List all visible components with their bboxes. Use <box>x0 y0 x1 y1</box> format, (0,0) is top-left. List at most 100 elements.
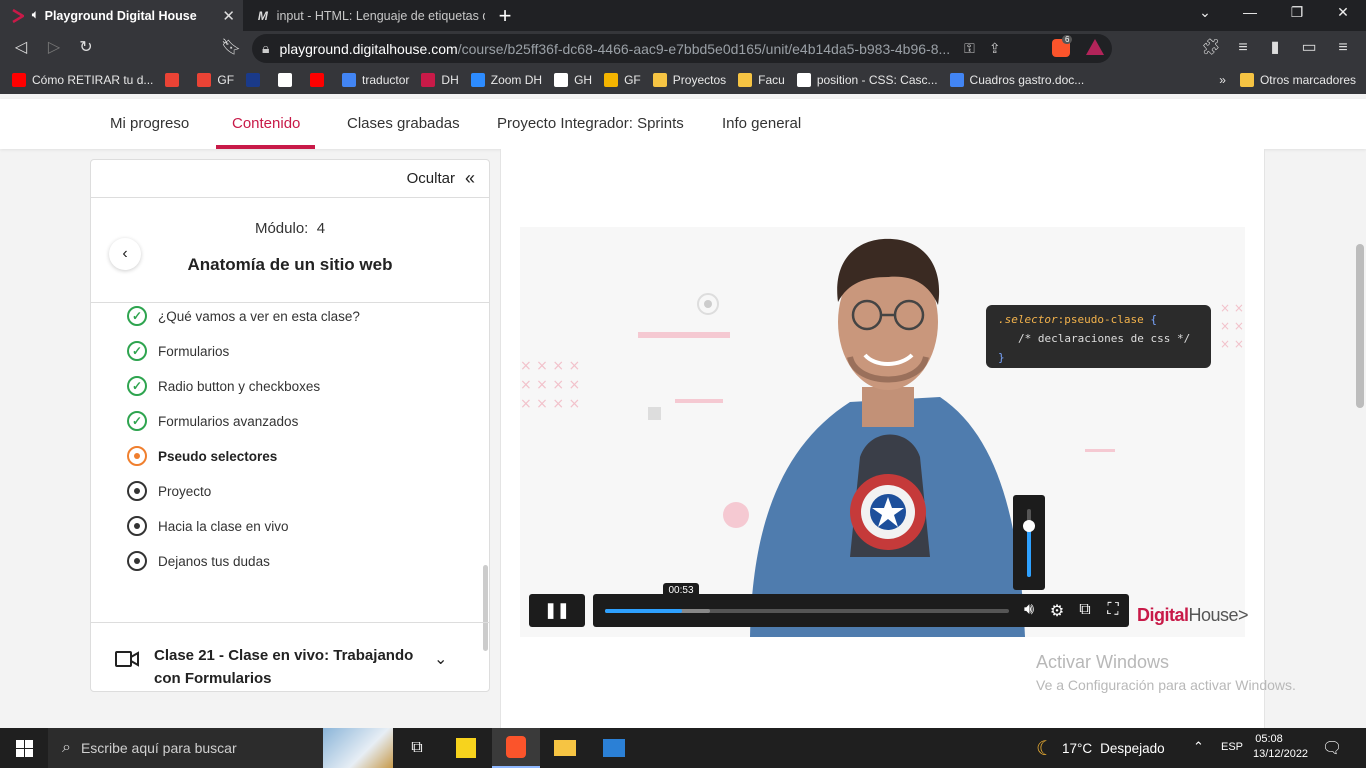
hide-label: Ocultar <box>406 170 455 187</box>
bookmark-item[interactable] <box>278 73 298 87</box>
start-button[interactable] <box>0 728 48 768</box>
bookmark-item[interactable]: Zoom DH <box>470 73 543 87</box>
folder-icon <box>1239 73 1254 87</box>
extensions-icon[interactable]: 🧩︎ <box>1200 37 1222 59</box>
lesson-item[interactable]: ✓ Formularios avanzados <box>127 410 298 432</box>
nav-proyecto-integrador[interactable]: Proyecto Integrador: Sprints <box>497 99 684 149</box>
gf-icon <box>604 73 619 87</box>
bookmark-item[interactable]: Facu <box>738 73 785 87</box>
bookmark-icon[interactable]: 🔖︎ <box>220 37 242 59</box>
next-class-row[interactable]: Clase 21 - Clase en vivo: Trabajando con… <box>91 622 489 692</box>
new-tab-button[interactable]: + <box>494 3 516 29</box>
volume-knob[interactable] <box>1023 520 1035 532</box>
lesson-label: Hacia la clase en vivo <box>158 518 289 534</box>
lesson-item[interactable]: Proyecto <box>127 480 211 502</box>
bookmark-item[interactable]: GH <box>554 73 592 87</box>
bookmark-item[interactable]: Cómo RETIRAR tu d... <box>12 73 153 87</box>
lesson-item[interactable]: ✓ ¿Qué vamos a ver en esta clase? <box>127 305 360 327</box>
bookmark-item[interactable] <box>246 73 266 87</box>
nav-mi-progreso[interactable]: Mi progreso <box>110 99 189 149</box>
notification-icon[interactable]: 🗨︎ <box>1322 738 1342 758</box>
tab-mdn-input[interactable]: M input - HTML: Lenguaje de etiquetas d <box>245 0 485 31</box>
menu-icon[interactable]: ≡ <box>1332 37 1354 59</box>
bookmark-label: Zoom DH <box>490 73 543 87</box>
bookmark-item[interactable]: GF <box>604 73 641 87</box>
file-explorer-icon[interactable] <box>541 728 589 768</box>
nav-clases-grabadas[interactable]: Clases grabadas <box>347 99 460 149</box>
reload-icon[interactable]: ↻ <box>75 37 97 59</box>
digitalhouse-logo: DigitalHouse> <box>1137 605 1249 625</box>
nav-info-general[interactable]: Info general <box>722 99 801 149</box>
svg-text:× ×: × × <box>1220 319 1244 333</box>
url-bar[interactable]: 🔒︎ playground.digitalhouse.com /course/b… <box>252 34 1112 63</box>
brave-browser-icon[interactable] <box>492 728 540 768</box>
bookmark-item[interactable]: Cuadros gastro.doc... <box>949 73 1084 87</box>
close-tab-icon[interactable]: ✕ <box>222 7 235 25</box>
check-circle-icon: ✓ <box>127 341 147 361</box>
key-icon[interactable]: ⚿ <box>964 40 975 57</box>
back-icon[interactable]: ◁ <box>10 37 32 59</box>
lesson-item[interactable]: Dejanos tus dudas <box>127 550 270 572</box>
close-window-button[interactable]: ✕ <box>1328 4 1358 21</box>
video-player[interactable]: × × × × × × × × × × × × × × × × × × .sel… <box>520 227 1245 637</box>
wallet-icon[interactable]: ▭ <box>1298 37 1320 59</box>
bookmark-item[interactable]: Proyectos <box>652 73 726 87</box>
chevron-down-icon[interactable]: ⌄ <box>434 649 447 669</box>
forward-icon[interactable]: ▷ <box>43 37 65 59</box>
bookmark-item[interactable]: position - CSS: Casc... <box>796 73 938 87</box>
media-icon[interactable]: ≡ <box>1232 37 1254 59</box>
bookmark-label: Facu <box>758 73 785 87</box>
gmail-icon <box>197 73 212 87</box>
lesson-item[interactable]: ✓ Formularios <box>127 340 229 362</box>
folder-icon <box>652 73 667 87</box>
pending-circle-icon <box>127 551 147 571</box>
tab-playground[interactable]: 🔈︎ Playground Digital House ✕ <box>0 0 243 31</box>
sticky-notes-icon[interactable] <box>442 728 490 768</box>
bookmark-item[interactable] <box>310 73 330 87</box>
task-view-icon[interactable]: ⧉ <box>393 728 441 768</box>
code-open-brace: { <box>1143 313 1157 326</box>
code-close-brace: } <box>998 351 1005 364</box>
picture-in-picture-icon[interactable]: ⧉ <box>1075 601 1095 619</box>
nav-contenido[interactable]: Contenido <box>232 99 300 149</box>
photos-icon[interactable] <box>590 728 638 768</box>
clock[interactable]: 05:08 13/12/2022 <box>1253 732 1308 762</box>
bookmark-item[interactable] <box>165 73 185 87</box>
tray-chevron-up-icon[interactable]: ⌃ <box>1193 739 1204 755</box>
square-icon <box>246 73 261 87</box>
brave-shield-icon[interactable]: 6 <box>1052 35 1073 57</box>
taskbar-search[interactable]: ⌕ Escribe aquí para buscar <box>48 728 393 768</box>
more-bookmarks-chevron-icon[interactable]: » <box>1219 73 1226 87</box>
settings-gear-icon[interactable]: ⚙ <box>1047 601 1067 621</box>
volume-icon[interactable]: 🔊︎ <box>1019 601 1039 619</box>
page-scrollbar[interactable] <box>1356 244 1364 408</box>
hide-panel-button[interactable]: Ocultar « <box>91 160 489 198</box>
share-icon[interactable]: ⇪ <box>989 40 1001 57</box>
brave-rewards-icon[interactable] <box>1086 39 1104 55</box>
language-indicator[interactable]: ESP <box>1221 741 1243 753</box>
tab-search-chevron-icon[interactable]: ⌄ <box>1190 4 1220 21</box>
bookmarks-bar: Cómo RETIRAR tu d... GF traductor DH Zoom DH… <box>0 66 1366 94</box>
lesson-item[interactable]: Hacia la clase en vivo <box>127 515 289 537</box>
minimize-button[interactable]: — <box>1235 4 1265 20</box>
tab-title: input - HTML: Lenguaje de etiquetas d <box>276 8 485 23</box>
other-bookmarks[interactable]: Otros marcadores <box>1239 73 1356 87</box>
restore-button[interactable]: ❐ <box>1282 4 1312 21</box>
weather-text: Despejado <box>1100 740 1165 756</box>
progress-track[interactable] <box>605 609 1009 613</box>
pause-button[interactable]: ❚❚ <box>529 594 585 627</box>
speaker-icon: 🔈︎ <box>32 9 39 21</box>
search-placeholder: Escribe aquí para buscar <box>80 740 237 756</box>
sidebar-icon[interactable]: ▮ <box>1264 37 1286 59</box>
bookmark-item[interactable]: traductor <box>342 73 409 87</box>
bookmark-item[interactable]: GF <box>197 73 234 87</box>
back-chevron-button[interactable]: ‹ <box>109 238 141 270</box>
bookmark-item[interactable]: DH <box>421 73 459 87</box>
page-content: Mi progreso Contenido Clases grabadas Pr… <box>0 94 1366 728</box>
pending-circle-icon <box>127 481 147 501</box>
lesson-item[interactable]: ✓ Radio button y checkboxes <box>127 375 320 397</box>
weather-widget[interactable]: ☾ 17°C Despejado <box>1036 728 1165 768</box>
volume-slider[interactable] <box>1013 495 1045 590</box>
fullscreen-icon[interactable]: ⛶ <box>1103 601 1123 619</box>
lesson-item[interactable]: Pseudo selectores <box>127 445 277 467</box>
